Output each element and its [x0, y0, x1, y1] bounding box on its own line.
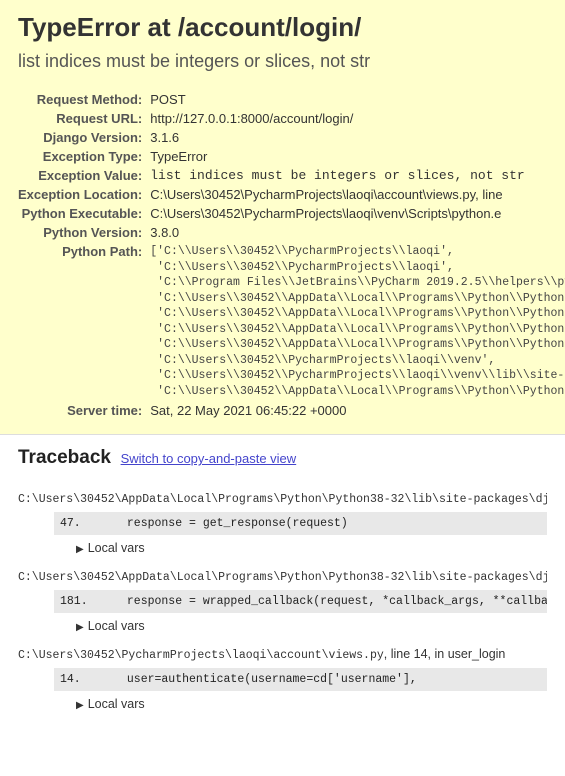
value-python-path: ['C:\\Users\\30452\\PycharmProjects\\lao…: [150, 244, 565, 399]
page-title: TypeError at /account/login/: [18, 12, 547, 43]
value-exception-type: TypeError: [150, 147, 565, 166]
label-django-version: Django Version:: [18, 128, 150, 147]
label-request-url: Request URL:: [18, 109, 150, 128]
triangle-right-icon: ▶: [76, 700, 84, 711]
label-server-time: Server time:: [18, 401, 150, 420]
traceback-frame: C:\Users\30452\AppData\Local\Programs\Py…: [18, 491, 547, 555]
label-python-path: Python Path:: [18, 242, 150, 401]
local-vars-toggle[interactable]: ▶Local vars: [76, 697, 547, 711]
label-exception-location: Exception Location:: [18, 185, 150, 204]
traceback-frame: C:\Users\30452\PycharmProjects\laoqi\acc…: [18, 647, 547, 711]
frame-code[interactable]: 47. response = get_response(request): [54, 512, 547, 535]
triangle-right-icon: ▶: [76, 622, 84, 633]
frame-code[interactable]: 181. response = wrapped_callback(request…: [54, 590, 547, 613]
value-request-url: http://127.0.0.1:8000/account/login/: [150, 109, 565, 128]
frame-location: C:\Users\30452\AppData\Local\Programs\Py…: [18, 491, 547, 506]
value-django-version: 3.1.6: [150, 128, 565, 147]
local-vars-toggle[interactable]: ▶Local vars: [76, 541, 547, 555]
local-vars-toggle[interactable]: ▶Local vars: [76, 619, 547, 633]
label-exception-type: Exception Type:: [18, 147, 150, 166]
label-exception-value: Exception Value:: [18, 166, 150, 185]
value-server-time: Sat, 22 May 2021 06:45:22 +0000: [150, 401, 565, 420]
value-exception-location: C:\Users\30452\PycharmProjects\laoqi\acc…: [150, 185, 565, 204]
error-subtitle: list indices must be integers or slices,…: [18, 51, 547, 72]
meta-table: Request Method: POST Request URL: http:/…: [18, 90, 565, 420]
error-summary: TypeError at /account/login/ list indice…: [0, 0, 565, 435]
frame-lineno: 14.: [60, 673, 120, 686]
label-python-executable: Python Executable:: [18, 204, 150, 223]
traceback-heading: Traceback: [18, 447, 111, 469]
value-python-executable: C:\Users\30452\PycharmProjects\laoqi\ven…: [150, 204, 565, 223]
triangle-right-icon: ▶: [76, 544, 84, 555]
value-python-version: 3.8.0: [150, 223, 565, 242]
frame-lineno: 181.: [60, 595, 120, 608]
frame-codeline: response = get_response(request): [120, 517, 348, 530]
label-request-method: Request Method:: [18, 90, 150, 109]
traceback-section: Traceback Switch to copy-and-paste view …: [0, 435, 565, 737]
label-python-version: Python Version:: [18, 223, 150, 242]
frame-lineno: 47.: [60, 517, 120, 530]
frame-location: C:\Users\30452\PycharmProjects\laoqi\acc…: [18, 647, 547, 662]
value-exception-value: list indices must be integers or slices,…: [150, 166, 565, 185]
traceback-frame: C:\Users\30452\AppData\Local\Programs\Py…: [18, 569, 547, 633]
frame-location: C:\Users\30452\AppData\Local\Programs\Py…: [18, 569, 547, 584]
frame-codeline: response = wrapped_callback(request, *ca…: [120, 595, 547, 608]
value-request-method: POST: [150, 90, 565, 109]
frame-codeline: user=authenticate(username=cd['username'…: [120, 673, 417, 686]
frame-code[interactable]: 14. user=authenticate(username=cd['usern…: [54, 668, 547, 691]
switch-view-link[interactable]: Switch to copy-and-paste view: [121, 451, 297, 466]
